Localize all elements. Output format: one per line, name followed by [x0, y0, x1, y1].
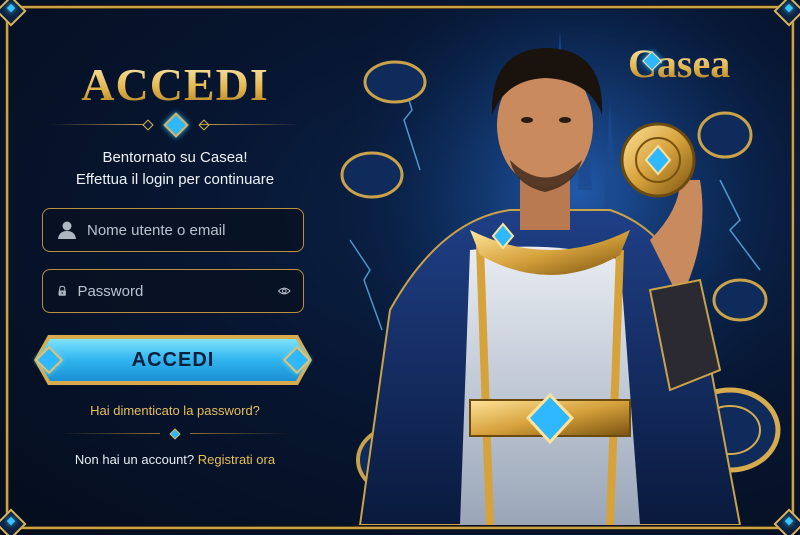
password-field[interactable]: [42, 269, 304, 313]
register-link[interactable]: Registrati ora: [198, 452, 275, 467]
corner-ornament-icon: [0, 0, 27, 27]
welcome-message: Bentornato su Casea! Effettua il login p…: [30, 147, 320, 191]
diamond-icon: [169, 428, 181, 440]
title-divider: [50, 112, 300, 138]
login-screen: Casea ACCEDI Bentornato su Casea! Effett…: [0, 0, 800, 535]
welcome-line-2: Effettua il login per continuare: [75, 171, 275, 188]
page-title: ACCEDI: [30, 58, 320, 111]
welcome-line-1: Bentornato su Casea!: [102, 149, 248, 166]
login-panel: ACCEDI Bentornato su Casea! Effettua il …: [30, 30, 320, 500]
login-button-label: ACCEDI: [131, 348, 215, 371]
user-icon: [58, 221, 76, 239]
eye-icon[interactable]: [278, 283, 291, 299]
no-account-text: Non hai un account?: [74, 452, 195, 467]
login-button[interactable]: ACCEDI: [34, 335, 312, 385]
diamond-icon: [163, 112, 189, 138]
signup-prompt: Non hai un account? Registrati ora: [30, 452, 320, 467]
corner-ornament-icon: [0, 508, 27, 535]
forgot-password-link[interactable]: Hai dimenticato la password?: [30, 403, 320, 418]
password-input[interactable]: [75, 281, 279, 301]
username-field[interactable]: [42, 208, 304, 252]
username-input[interactable]: [85, 220, 303, 240]
bottom-divider: [60, 428, 290, 440]
lock-icon: [58, 285, 66, 296]
hero-illustration: [320, 10, 790, 525]
brand-logo: Casea: [628, 41, 731, 86]
